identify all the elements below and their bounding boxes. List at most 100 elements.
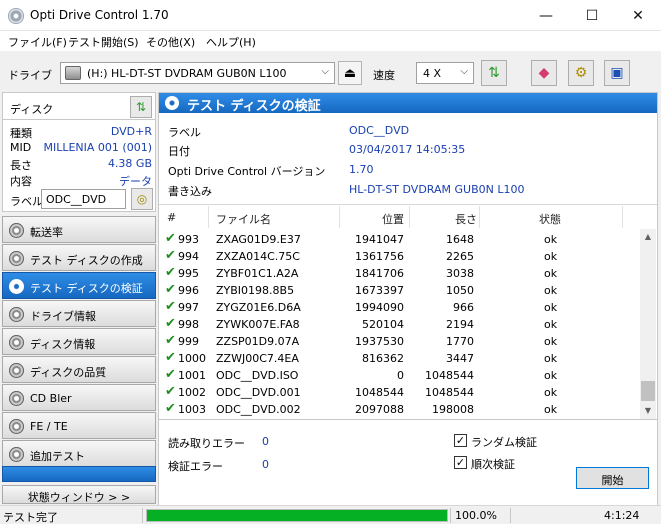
disc-content-key: 内容 [10, 175, 32, 188]
drive-select[interactable]: (H:) HL-DT-ST DVDRAM GUB0N L100 ⌵ [60, 62, 335, 84]
scrollbar-thumb[interactable] [641, 381, 655, 401]
table-row[interactable]: ✔ 997 ZYGZ01E6.D6A 1994090 966 ok [159, 299, 639, 317]
disc-icon [9, 307, 24, 322]
menu-other[interactable]: その他(X) [146, 34, 195, 50]
app-disc-icon [8, 8, 24, 24]
cell-number: 995 [178, 267, 199, 280]
verify-errors-value: 0 [262, 458, 269, 471]
prop-date-value: 03/04/2017 14:05:35 [349, 143, 466, 156]
speed-select[interactable]: 4 X ⌵ [416, 62, 474, 84]
table-row[interactable]: ✔ 998 ZYWK007E.FA8 520104 2194 ok [159, 316, 639, 334]
table-row[interactable]: ✔ 1000 ZZWJ00C7.4EA 816362 3447 ok [159, 350, 639, 368]
cell-position: 1048544 [355, 386, 404, 399]
menu-test-start[interactable]: テスト開始(S) [68, 34, 139, 50]
disc-icon [165, 96, 179, 110]
cell-status: ok [544, 403, 558, 416]
prop-label-value: ODC__DVD [349, 124, 410, 137]
column-header-length[interactable]: 長さ [455, 211, 477, 227]
cell-length: 1770 [446, 335, 474, 348]
read-errors-label: 読み取りエラー [168, 437, 245, 450]
disc-label-key: ラベル [10, 195, 43, 208]
eject-button[interactable]: ⏏ [338, 61, 362, 85]
table-row[interactable]: ✔ 1001 ODC__DVD.ISO 0 1048544 ok [159, 367, 639, 385]
cell-number: 1000 [178, 352, 206, 365]
cell-position: 1361756 [355, 250, 404, 263]
cell-filename: ZZSP01D9.07A [216, 335, 300, 348]
progress-percent: 100.0% [455, 509, 497, 522]
menu-file[interactable]: ファイル(F) [8, 34, 67, 50]
table-row[interactable]: ✔ 993 ZXAG01D9.E37 1941047 1648 ok [159, 231, 639, 249]
speed-select-value: 4 X [423, 67, 442, 80]
cell-status: ok [544, 318, 558, 331]
disc-icon [9, 251, 24, 266]
prop-version-value: 1.70 [349, 163, 374, 176]
prop-writer-key: 書き込み [168, 185, 212, 198]
status-divider [510, 508, 511, 523]
nav-label: ディスクの品質 [30, 366, 107, 379]
ok-check-icon: ✔ [165, 333, 176, 348]
disc-icon [9, 419, 24, 434]
column-divider [622, 206, 623, 228]
ok-check-icon: ✔ [165, 401, 176, 416]
table-row[interactable]: ✔ 999 ZZSP01D9.07A 1937530 1770 ok [159, 333, 639, 351]
settings-button[interactable]: ⚙ [568, 60, 594, 86]
cell-filename: ZYBF01C1.A2A [216, 267, 299, 280]
disc-panel-title: ディスク [10, 103, 54, 116]
nav-additional-tests[interactable]: 追加テスト [2, 440, 156, 467]
nav-filler [2, 466, 156, 482]
nav-verify-test-disc[interactable]: テスト ディスクの検証 [2, 272, 156, 299]
nav-drive-info[interactable]: ドライブ情報 [2, 300, 156, 327]
drive-label: ドライブ [8, 69, 52, 82]
read-errors-value: 0 [262, 435, 269, 448]
table-row[interactable]: ✔ 1002 ODC__DVD.001 1048544 1048544 ok [159, 384, 639, 402]
nav-cd-bler[interactable]: CD Bler [2, 384, 156, 411]
disc-label-field[interactable]: ODC__DVD [41, 189, 126, 209]
start-button[interactable]: 開始 [576, 467, 649, 489]
column-divider [409, 206, 410, 228]
column-header-status[interactable]: 状態 [539, 211, 561, 227]
nav-create-test-disc[interactable]: テスト ディスクの作成 [2, 244, 156, 271]
minimize-button[interactable]: — [523, 0, 569, 31]
disc-label-edit-button[interactable]: ◎ [131, 188, 153, 210]
table-row[interactable]: ✔ 1003 ODC__DVD.002 2097088 198008 ok [159, 401, 639, 419]
table-scrollbar[interactable]: ▲ ▼ [640, 229, 656, 419]
cell-position: 0 [397, 369, 404, 382]
erase-button[interactable]: ◆ [531, 60, 557, 86]
progress-fill [147, 510, 447, 521]
nav-label: テスト ディスクの検証 [30, 282, 143, 295]
random-verify-checkbox[interactable]: ✓ [454, 434, 467, 447]
cell-number: 993 [178, 233, 199, 246]
nav-label: 追加テスト [30, 450, 85, 463]
nav-transfer-rate[interactable]: 転送率 [2, 216, 156, 243]
scroll-up-icon[interactable]: ▲ [640, 229, 656, 245]
menu-help[interactable]: ヘルプ(H) [206, 34, 256, 50]
close-button[interactable]: ✕ [615, 0, 661, 31]
table-row[interactable]: ✔ 994 ZXZA014C.75C 1361756 2265 ok [159, 248, 639, 266]
status-window-button[interactable]: 状態ウィンドウ > > [2, 485, 156, 504]
refresh-button[interactable]: ⇅ [481, 60, 507, 86]
drive-select-value: (H:) HL-DT-ST DVDRAM GUB0N L100 [87, 67, 287, 80]
nav-label: テスト ディスクの作成 [30, 254, 143, 267]
cell-position: 520104 [362, 318, 404, 331]
cell-number: 998 [178, 318, 199, 331]
cell-status: ok [544, 233, 558, 246]
chevron-down-icon: ⌵ [321, 66, 329, 77]
nav-fe-te[interactable]: FE / TE [2, 412, 156, 439]
column-header-number[interactable]: # [167, 211, 176, 224]
save-button[interactable]: ▣ [604, 60, 630, 86]
nav-disc-info[interactable]: ディスク情報 [2, 328, 156, 355]
maximize-button[interactable]: ☐ [569, 0, 615, 31]
nav-disc-quality[interactable]: ディスクの品質 [2, 356, 156, 383]
table-row[interactable]: ✔ 995 ZYBF01C1.A2A 1841706 3038 ok [159, 265, 639, 283]
cell-filename: ZYWK007E.FA8 [216, 318, 300, 331]
save-icon: ▣ [610, 65, 624, 81]
disc-panel-header: ディスク ⇅ [2, 92, 156, 120]
cell-number: 994 [178, 250, 199, 263]
disc-length-key: 長さ [10, 159, 32, 172]
column-header-position[interactable]: 位置 [382, 211, 404, 227]
disc-refresh-button[interactable]: ⇅ [130, 96, 152, 118]
sequential-verify-checkbox[interactable]: ✓ [454, 456, 467, 469]
column-header-filename[interactable]: ファイル名 [216, 211, 271, 227]
table-row[interactable]: ✔ 996 ZYBI0198.8B5 1673397 1050 ok [159, 282, 639, 300]
scroll-down-icon[interactable]: ▼ [640, 403, 656, 419]
